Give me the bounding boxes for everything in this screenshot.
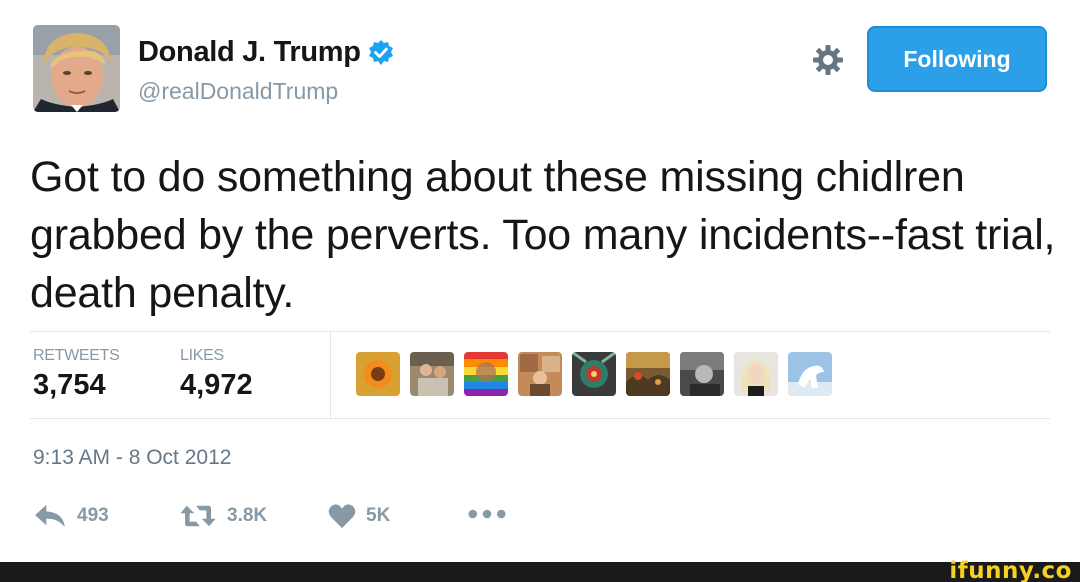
like-button[interactable]: 5K	[328, 503, 390, 529]
liker-avatar-tribal-art[interactable]	[572, 352, 616, 396]
user-handle[interactable]: @realDonaldTrump	[138, 78, 338, 105]
tweet-text: Got to do something about these missing …	[30, 153, 1056, 317]
ifunny-watermark: ifunny.co	[949, 558, 1072, 582]
profile-avatar[interactable]	[33, 25, 120, 112]
liker-avatar-man-collage[interactable]	[518, 352, 562, 396]
likes-count: 4,972	[180, 369, 253, 401]
retweets-count: 3,754	[33, 369, 106, 401]
liker-avatar-sunflower[interactable]	[356, 352, 400, 396]
divider-top	[30, 331, 1050, 332]
reply-icon	[35, 504, 65, 528]
tweet-timestamp[interactable]: 9:13 AM - 8 Oct 2012	[33, 446, 231, 470]
retweet-count: 3.8K	[227, 505, 268, 526]
liker-avatar-rainbow-portrait[interactable]	[464, 352, 508, 396]
reply-count: 493	[77, 505, 109, 526]
user-name[interactable]: Donald J. Trump	[138, 36, 361, 69]
user-name-row: Donald J. Trump	[138, 36, 395, 69]
heart-icon	[328, 504, 356, 529]
liker-avatar-bw-man[interactable]	[680, 352, 724, 396]
reply-button[interactable]: 493	[33, 503, 109, 529]
retweets-stat[interactable]: RETWEETS 3,754	[33, 347, 120, 402]
tweet-actions-bar: 493 3.8K 5K	[33, 503, 553, 535]
retweet-button[interactable]: 3.8K	[179, 503, 267, 529]
liker-avatar-couple-photo[interactable]	[410, 352, 454, 396]
following-button[interactable]: Following	[867, 26, 1047, 92]
like-count: 5K	[366, 505, 391, 526]
more-button[interactable]	[468, 509, 516, 519]
likers-avatar-list	[356, 352, 832, 396]
more-dots-icon	[468, 509, 506, 519]
avatar-image	[33, 25, 120, 112]
likes-stat[interactable]: LIKES 4,972	[180, 347, 253, 402]
divider-bottom	[30, 418, 1050, 419]
gear-icon[interactable]	[810, 42, 846, 78]
liker-avatar-white-horse[interactable]	[788, 352, 832, 396]
likes-label: LIKES	[180, 347, 224, 364]
liker-avatar-landscape-painting[interactable]	[626, 352, 670, 396]
verified-badge-icon	[367, 39, 395, 67]
stats-divider	[330, 331, 331, 418]
liker-avatar-blonde-woman[interactable]	[734, 352, 778, 396]
retweets-label: RETWEETS	[33, 347, 120, 364]
watermark-bar: ifunny.co	[0, 558, 1080, 582]
retweet-icon	[180, 505, 216, 527]
